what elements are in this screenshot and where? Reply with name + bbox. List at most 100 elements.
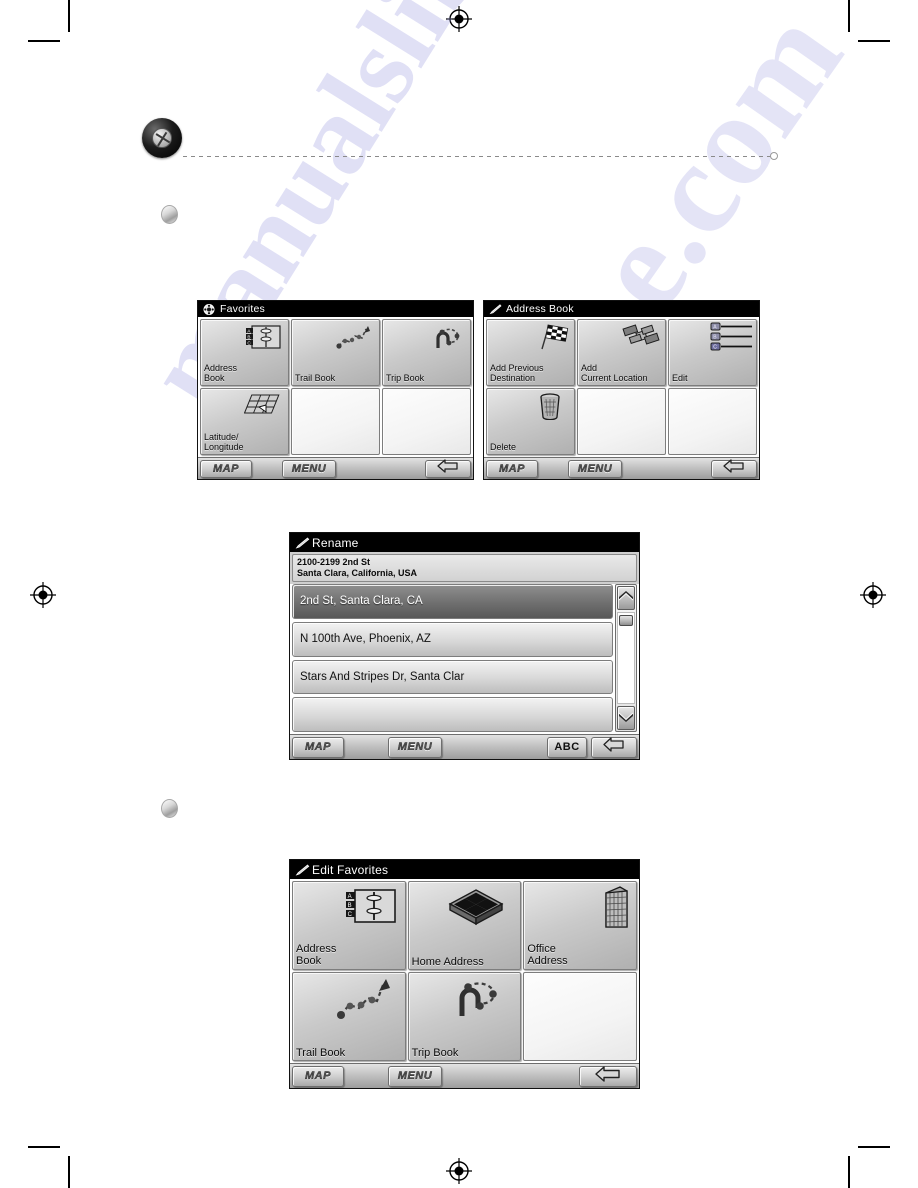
address-book-icon: A B C <box>244 323 284 351</box>
favorites-trail-book-button[interactable]: Trail Book <box>291 319 380 386</box>
address-book-button-grid: Add Previous Destination Add Current Loc… <box>484 317 759 457</box>
list-item[interactable]: N 100th Ave, Phoenix, AZ <box>292 621 613 657</box>
address-book-icon: A B C <box>343 886 399 928</box>
screen-title: Edit Favorites <box>312 862 389 877</box>
screen-address-book: Address Book Add Previous Destination Ad… <box>483 300 760 480</box>
edit-favorites-empty-slot-1[interactable] <box>523 972 637 1061</box>
address-book-edit-button[interactable]: A B C Edit <box>668 319 757 386</box>
favorites-lat-long-label: Latitude/ Longitude <box>204 432 244 452</box>
crop-mark-bottom-left-horizontal <box>28 1146 60 1148</box>
favorites-empty-slot-1[interactable] <box>291 388 380 455</box>
registration-mark-right <box>860 582 886 608</box>
edit-favorites-address-book-label: Address Book <box>296 943 337 967</box>
trail-book-icon <box>335 323 375 351</box>
titlebar-rename: Rename <box>290 533 639 552</box>
add-previous-destination-label: Add Previous Destination <box>490 363 544 383</box>
back-button[interactable] <box>711 459 757 478</box>
back-button[interactable] <box>591 736 637 758</box>
pencil-icon <box>295 537 310 549</box>
crop-mark-top-right-horizontal <box>858 40 890 42</box>
leader-end-dot-icon <box>770 152 778 160</box>
map-button[interactable]: MAP <box>486 459 538 478</box>
map-button[interactable]: MAP <box>292 1065 344 1087</box>
menu-button[interactable]: MENU <box>568 459 622 478</box>
add-previous-destination-button[interactable]: Add Previous Destination <box>486 319 575 386</box>
bullet-marker-1 <box>161 205 178 224</box>
rename-scrollbar[interactable] <box>615 584 637 732</box>
list-item[interactable] <box>292 697 613 732</box>
menu-button[interactable]: MENU <box>388 736 442 758</box>
titlebar-address-book: Address Book <box>484 301 759 317</box>
add-current-location-button[interactable]: Add Current Location <box>577 319 666 386</box>
leader-dotted-line <box>183 156 773 157</box>
rename-address-line2: Santa Clara, California, USA <box>297 568 418 578</box>
address-book-delete-button[interactable]: Delete <box>486 388 575 455</box>
screen-edit-favorites: Edit Favorites A B C Address Book Home A… <box>289 859 640 1089</box>
address-book-delete-label: Delete <box>490 442 517 452</box>
edit-favorites-home-address-label: Home Address <box>411 956 484 968</box>
watermark-text-secondary: e.com <box>562 0 870 337</box>
favorites-address-book-button[interactable]: A B C Address Book <box>200 319 289 386</box>
registration-mark-bottom <box>446 1158 472 1184</box>
back-arrow-icon <box>594 1065 622 1087</box>
screen-title: Address Book <box>506 303 574 315</box>
trail-book-icon <box>335 977 395 1021</box>
menu-button[interactable]: MENU <box>282 459 336 478</box>
pencil-icon <box>295 864 310 876</box>
crop-mark-bottom-left-vertical <box>68 1156 70 1188</box>
edit-favorites-trail-book-button[interactable]: Trail Book <box>292 972 406 1061</box>
address-book-bottom-bar: MAP MENU <box>484 457 759 479</box>
section-compass-badge-icon <box>142 118 182 158</box>
address-book-empty-slot-1[interactable] <box>577 388 666 455</box>
scroll-down-button[interactable] <box>617 706 635 730</box>
svg-text:A: A <box>347 894 351 900</box>
favorites-lat-long-button[interactable]: Latitude/ Longitude <box>200 388 289 455</box>
rename-address-line1: 2100-2199 2nd St <box>297 557 371 567</box>
list-item[interactable]: 2nd St, Santa Clara, CA <box>292 584 613 619</box>
office-building-icon <box>594 885 630 929</box>
edit-favorites-office-address-button[interactable]: Office Address <box>523 881 637 970</box>
crop-mark-top-left-horizontal <box>28 40 60 42</box>
back-arrow-icon <box>436 459 460 478</box>
checkered-flag-icon <box>530 323 570 351</box>
registration-mark-top <box>446 6 472 32</box>
compass-badge-icon <box>203 303 215 315</box>
edit-favorites-button-grid: A B C Address Book Home Address Office A… <box>290 879 639 1063</box>
trip-book-icon <box>446 976 506 1020</box>
trip-book-icon <box>426 323 466 351</box>
menu-button[interactable]: MENU <box>388 1065 442 1087</box>
svg-text:B: B <box>247 334 250 339</box>
pencil-icon <box>489 303 502 315</box>
crop-mark-bottom-right-horizontal <box>858 1146 890 1148</box>
scrollbar-thumb[interactable] <box>619 615 633 626</box>
home-icon <box>446 888 506 928</box>
abc-keyboard-button[interactable]: ABC <box>547 736 587 758</box>
chevron-down-icon <box>618 709 634 727</box>
favorites-trip-book-button[interactable]: Trip Book <box>382 319 471 386</box>
abc-label: ABC <box>554 741 580 753</box>
back-arrow-icon <box>722 459 746 478</box>
favorites-trip-book-label: Trip Book <box>386 373 425 383</box>
titlebar-edit-favorites: Edit Favorites <box>290 860 639 879</box>
edit-favorites-address-book-button[interactable]: A B C Address Book <box>292 881 406 970</box>
map-button[interactable]: MAP <box>292 736 344 758</box>
favorites-empty-slot-2[interactable] <box>382 388 471 455</box>
registration-mark-left <box>30 582 56 608</box>
crop-mark-top-right-vertical <box>848 0 850 32</box>
scrollbar-track[interactable] <box>617 612 635 704</box>
crop-mark-bottom-right-vertical <box>848 1156 850 1188</box>
edit-favorites-trip-book-button[interactable]: Trip Book <box>407 972 522 1061</box>
map-button[interactable]: MAP <box>200 459 252 478</box>
edit-favorites-home-address-button[interactable]: Home Address <box>407 881 522 970</box>
screen-favorites: Favorites A B C Address Book Trail Book … <box>197 300 474 480</box>
crop-mark-top-left-vertical <box>68 0 70 32</box>
back-button[interactable] <box>425 459 471 478</box>
back-button[interactable] <box>579 1065 637 1087</box>
svg-text:C: C <box>713 345 717 351</box>
address-book-empty-slot-2[interactable] <box>668 388 757 455</box>
screen-title: Rename <box>312 535 359 550</box>
list-item[interactable]: Stars And Stripes Dr, Santa Clar <box>292 659 613 695</box>
rename-list: 2nd St, Santa Clara, CA N 100th Ave, Pho… <box>292 584 613 732</box>
scroll-up-button[interactable] <box>617 586 635 610</box>
edit-favorites-office-address-label: Office Address <box>527 943 568 967</box>
